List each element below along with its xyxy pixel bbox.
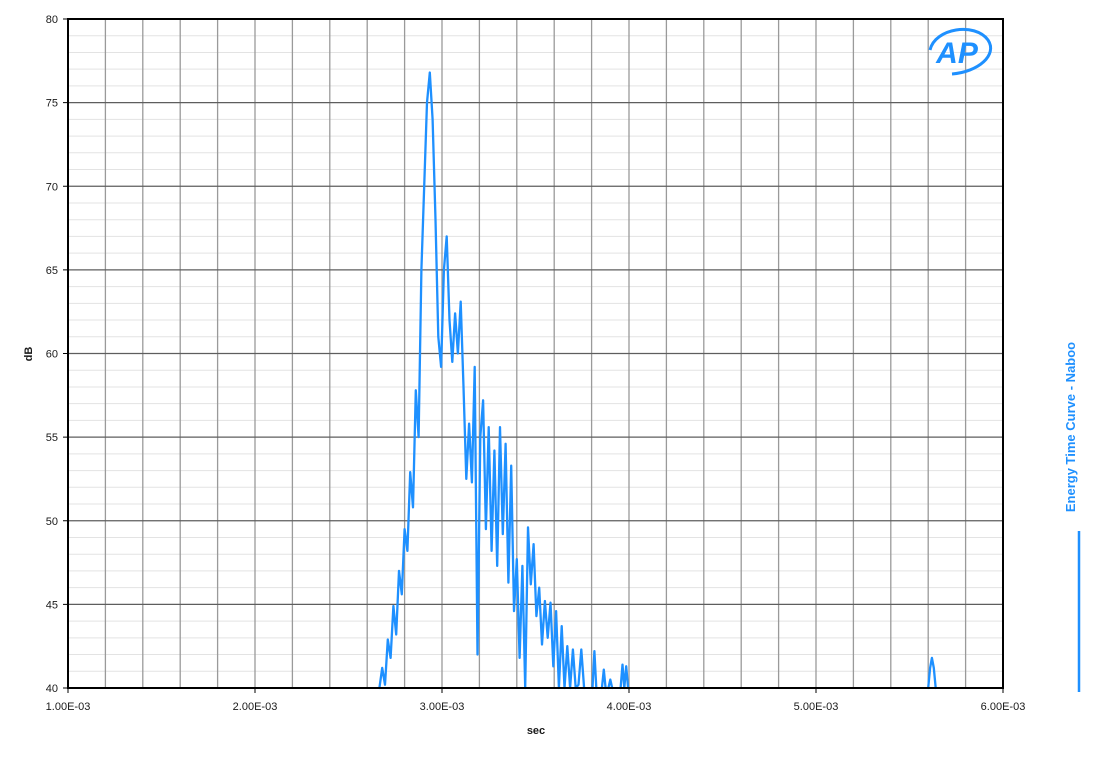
chart-root: 40 45 50 55 60 65 70 75 80 1.00E-03 2.00E-03 3.00E… (0, 0, 1100, 763)
y-tick-label: 40 (46, 683, 58, 695)
x-tick-label: 4.00E-03 (607, 701, 652, 713)
ap-logo-text: AP (935, 37, 979, 70)
x-tick-label: 2.00E-03 (233, 701, 278, 713)
x-axis-ticks: 1.00E-03 2.00E-03 3.00E-03 4.00E-03 5.00E-03… (46, 688, 1026, 713)
series-line-0 (378, 71, 937, 690)
legend-series-label: Energy Time Curve - Naboo (1063, 342, 1078, 512)
y-tick-label: 50 (46, 516, 58, 528)
y-tick-label: 65 (46, 265, 58, 277)
y-axis-title: dB (23, 347, 35, 362)
x-tick-label: 5.00E-03 (794, 701, 839, 713)
y-tick-label: 45 (46, 599, 58, 611)
legend: Energy Time Curve - Naboo (1063, 342, 1081, 692)
y-tick-label: 80 (46, 14, 58, 26)
y-tick-label: 70 (46, 181, 58, 193)
x-tick-label: 1.00E-03 (46, 701, 91, 713)
x-tick-label: 3.00E-03 (420, 701, 465, 713)
x-tick-label: 6.00E-03 (981, 701, 1026, 713)
y-axis-ticks: 40 45 50 55 60 65 70 75 80 (46, 14, 68, 695)
x-axis-title: sec (527, 725, 545, 737)
energy-time-chart: 40 45 50 55 60 65 70 75 80 1.00E-03 2.00E-03 3.00E… (23, 14, 1081, 737)
y-tick-label: 75 (46, 98, 58, 110)
y-tick-label: 60 (46, 349, 58, 361)
series-layer (378, 71, 937, 690)
y-tick-label: 55 (46, 432, 58, 444)
